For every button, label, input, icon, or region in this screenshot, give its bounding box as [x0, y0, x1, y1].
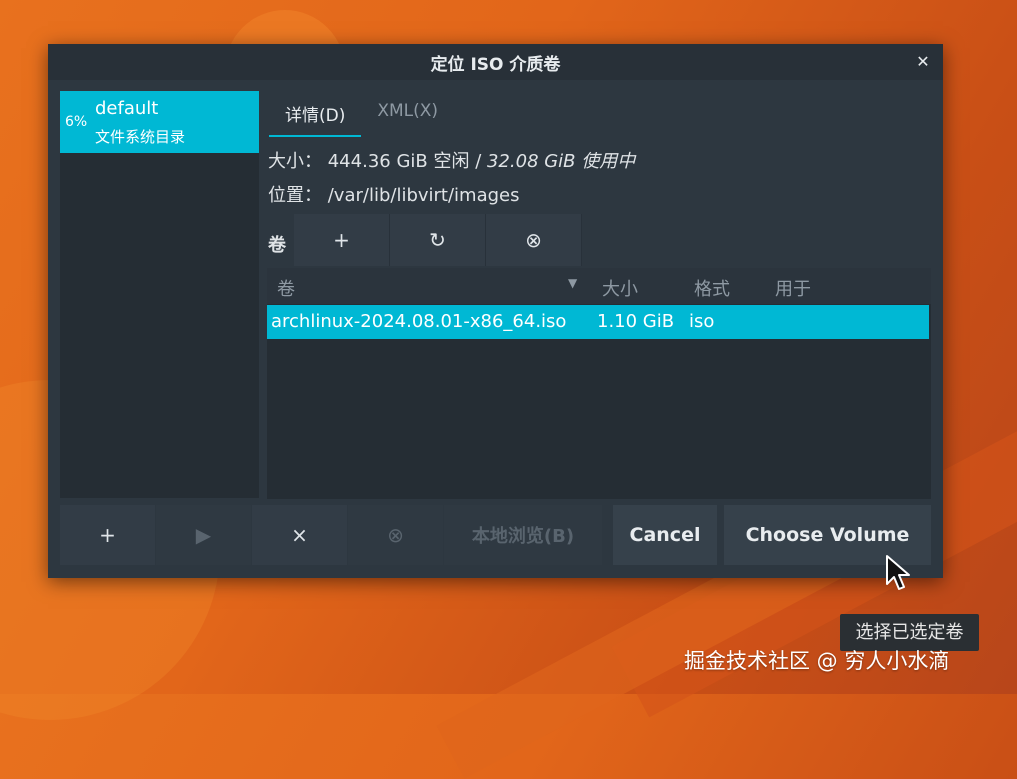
tab-details[interactable]: 详情(D)	[269, 94, 362, 137]
column-header-size[interactable]: 大小	[602, 275, 638, 301]
pool-size-row: 大小： 444.36 GiB 空闲 / 32.08 GiB 使用中	[268, 147, 635, 173]
cancel-button[interactable]: Cancel	[613, 505, 717, 565]
dialog-titlebar[interactable]: 定位 ISO 介质卷 ✕	[48, 44, 943, 80]
size-used: 32.08 GiB 使用中	[486, 151, 636, 172]
pool-item-default[interactable]: 6% default 文件系统目录	[60, 91, 259, 153]
sort-indicator-icon: ▼	[568, 276, 578, 290]
volumes-label: 卷	[268, 235, 286, 256]
location-label: 位置：	[268, 185, 322, 206]
mouse-pointer-icon	[886, 555, 910, 590]
start-pool-button[interactable]: ▶	[156, 505, 251, 565]
refresh-icon[interactable]: ↻	[390, 214, 486, 266]
location-value: /var/lib/libvirt/images	[327, 185, 520, 206]
cell-volume: archlinux-2024.08.01-x86_64.iso	[271, 311, 567, 332]
table-header: 卷 ▼ 大小 格式 用于	[267, 268, 931, 304]
pool-name: default	[95, 98, 159, 119]
add-pool-button[interactable]: +	[60, 505, 155, 565]
locate-iso-dialog: 定位 ISO 介质卷 ✕ 6% default 文件系统目录 详情(D) XML…	[48, 44, 943, 578]
tab-xml[interactable]: XML(X)	[361, 94, 454, 137]
cell-size: 1.10 GiB	[597, 311, 675, 332]
watermark: 掘金技术社区 @ 穷人小水滴	[684, 649, 950, 673]
volume-table: 卷 ▼ 大小 格式 用于 archlinux-2024.08.01-x86_64…	[267, 268, 931, 499]
size-label: 大小：	[268, 151, 322, 172]
browse-local-button[interactable]: 本地浏览(B)	[444, 505, 602, 565]
volume-toolbar: + ↻ ⊗	[294, 214, 582, 266]
pool-type: 文件系统目录	[95, 128, 186, 146]
browse-local-label: 本地浏览(B)	[471, 526, 575, 547]
tab-bar: 详情(D) XML(X)	[269, 94, 454, 137]
close-icon[interactable]: ✕	[913, 52, 933, 72]
bottom-bar: + ▶ × ⊗ 本地浏览(B) Cancel Choose Volume	[60, 505, 931, 566]
storage-pool-list: 6% default 文件系统目录	[60, 91, 259, 498]
delete-pool-icon[interactable]: ⊗	[348, 505, 443, 565]
column-header-volume[interactable]: 卷	[277, 275, 295, 301]
pool-usage: 6%	[65, 114, 88, 130]
delete-volume-icon[interactable]: ⊗	[486, 214, 582, 266]
column-header-used-by[interactable]: 用于	[775, 275, 811, 301]
table-row[interactable]: archlinux-2024.08.01-x86_64.iso 1.10 GiB…	[267, 305, 929, 339]
stop-pool-button[interactable]: ×	[252, 505, 347, 565]
size-free: 444.36 GiB 空闲	[327, 151, 470, 172]
cell-format: iso	[689, 311, 715, 332]
add-volume-button[interactable]: +	[294, 214, 390, 266]
pool-location-row: 位置： /var/lib/libvirt/images	[268, 181, 520, 207]
size-separator: /	[469, 151, 487, 172]
dialog-title: 定位 ISO 介质卷	[430, 54, 561, 75]
column-header-format[interactable]: 格式	[694, 275, 730, 301]
